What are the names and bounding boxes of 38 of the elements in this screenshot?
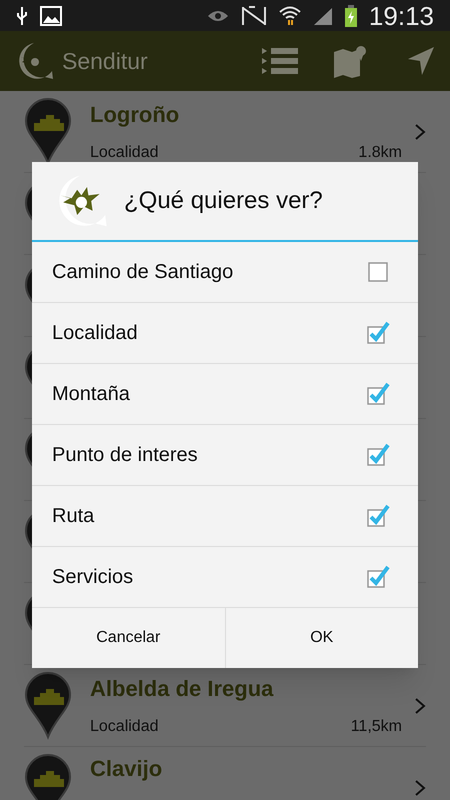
dialog-button[interactable]: OK bbox=[224, 608, 418, 668]
checkbox[interactable] bbox=[366, 260, 390, 284]
place-distance: 11,5km bbox=[350, 717, 402, 737]
place-type: Localidad bbox=[90, 143, 158, 163]
eye-icon bbox=[206, 8, 229, 22]
option-label: Ruta bbox=[52, 504, 96, 529]
place-name: Logroño bbox=[90, 101, 180, 129]
dialog-button[interactable]: Cancelar bbox=[32, 608, 224, 668]
chevron-right-icon bbox=[414, 122, 426, 140]
list-view-icon[interactable] bbox=[262, 46, 298, 76]
dialog-title: ¿Qué quieres ver? bbox=[124, 186, 323, 216]
option-label: Servicios bbox=[52, 565, 134, 590]
wifi-icon bbox=[278, 6, 301, 26]
place-name: Clavijo bbox=[90, 755, 164, 783]
checkbox[interactable] bbox=[366, 565, 390, 589]
option-label: Camino de Santiago bbox=[52, 260, 234, 285]
usb-icon bbox=[16, 6, 28, 26]
navigation-arrow-icon[interactable] bbox=[408, 47, 434, 75]
image-icon bbox=[40, 6, 62, 26]
map-icon[interactable] bbox=[334, 44, 368, 78]
checkbox[interactable] bbox=[366, 443, 390, 467]
battery-icon bbox=[344, 4, 357, 26]
chevron-right-icon bbox=[414, 778, 426, 796]
option-label: Punto de interes bbox=[52, 443, 199, 468]
checkbox[interactable] bbox=[366, 321, 390, 345]
no-signal-icon bbox=[240, 6, 267, 26]
place-name: Albelda de Iregua bbox=[90, 675, 274, 703]
status-time: 19:13 bbox=[368, 2, 434, 28]
place-type: Localidad bbox=[90, 717, 158, 737]
place-distance: 1.8km bbox=[358, 143, 402, 163]
map-pin-icon bbox=[24, 670, 72, 740]
checkbox[interactable] bbox=[366, 382, 390, 406]
option-label: Montaña bbox=[52, 382, 131, 407]
checkbox[interactable] bbox=[366, 504, 390, 528]
option-label: Localidad bbox=[52, 321, 139, 346]
app-title: Senditur bbox=[62, 46, 148, 76]
chevron-right-icon bbox=[414, 696, 426, 714]
signal-icon bbox=[312, 6, 333, 24]
